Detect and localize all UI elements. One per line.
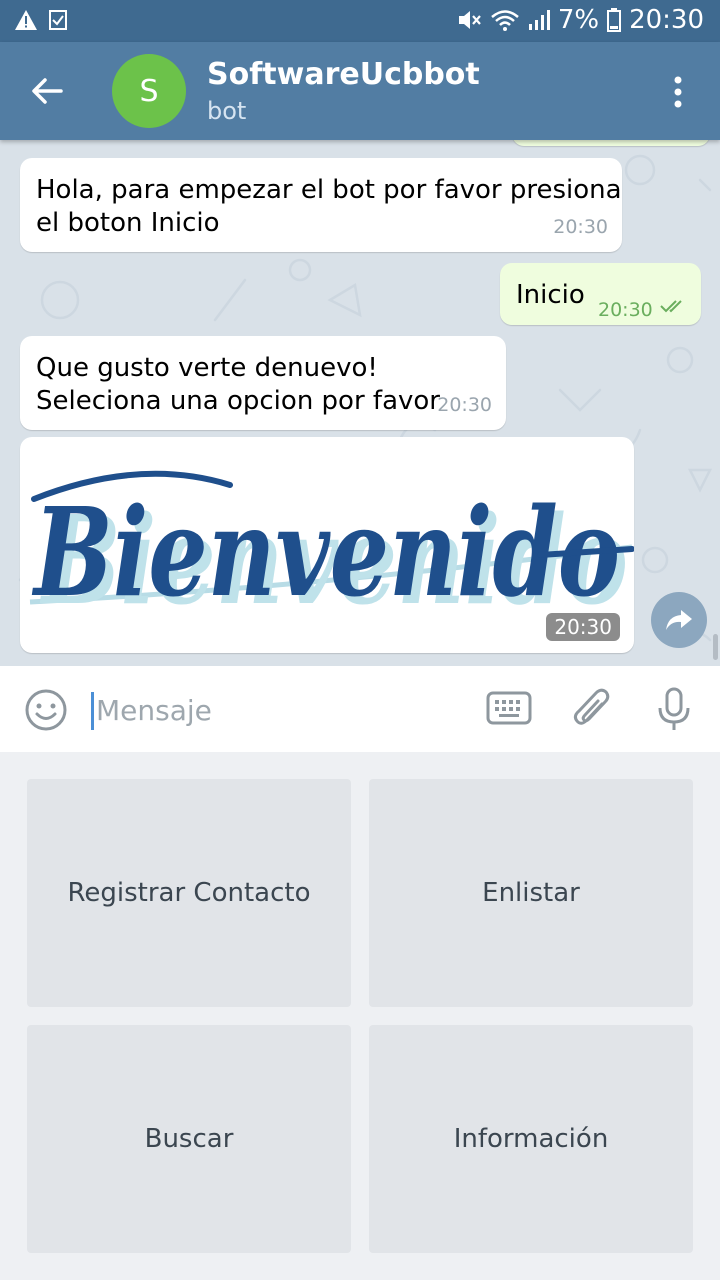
bot-reply-keyboard: Registrar Contacto Enlistar Buscar Infor… [0, 752, 720, 1280]
message-time: 20:30 [598, 299, 653, 321]
image-message[interactable]: Bienvenido Bienvenido 20:30 [20, 437, 634, 653]
keyboard-icon [486, 691, 532, 725]
message-composer [0, 666, 720, 752]
overflow-menu-button[interactable] [658, 72, 698, 112]
avatar[interactable]: S [112, 54, 186, 128]
message-input[interactable] [96, 688, 466, 732]
scrollbar[interactable] [713, 634, 718, 660]
message-text-line: Seleciona una opcion por favor [36, 386, 440, 416]
bot-keyboard-toggle[interactable] [486, 690, 532, 730]
enlistar-button[interactable]: Enlistar [369, 779, 693, 1007]
signal-icon [528, 8, 550, 32]
buscar-button[interactable]: Buscar [27, 1025, 351, 1253]
smiley-icon [25, 689, 67, 731]
microphone-icon [658, 687, 690, 730]
emoji-button[interactable] [24, 688, 68, 736]
warning-icon [14, 9, 38, 31]
message-bubble-incoming[interactable]: Que gusto verte denuevo! Seleciona una o… [20, 336, 506, 430]
chat-area[interactable]: Hola, para empezar el bot por favor pres… [0, 140, 720, 666]
message-text-line: Que gusto verte denuevo! [36, 353, 378, 383]
mute-icon [456, 8, 482, 32]
more-vertical-icon [674, 76, 682, 108]
chat-header: S SoftwareUcbbot bot [0, 42, 720, 140]
voice-record-button[interactable] [654, 686, 694, 736]
previous-message-peek [512, 140, 710, 146]
status-bar: 7% 20:30 [0, 0, 720, 42]
message-bubble-incoming[interactable]: Hola, para empezar el bot por favor pres… [20, 158, 622, 252]
checklist-icon [48, 9, 68, 31]
message-time: 20:30 [553, 216, 608, 238]
double-check-icon [660, 300, 682, 313]
attach-button[interactable] [572, 686, 612, 736]
battery-icon [607, 8, 622, 32]
paperclip-icon [573, 688, 610, 725]
message-text-line: el boton Inicio [36, 208, 220, 238]
share-button[interactable] [651, 592, 707, 648]
text-cursor [91, 692, 94, 730]
informacion-button[interactable]: Información [369, 1025, 693, 1253]
image-text: Bienvenido [32, 480, 620, 624]
chat-title[interactable]: SoftwareUcbbot [207, 57, 480, 92]
chat-subtitle: bot [207, 97, 247, 125]
back-arrow-icon [32, 78, 63, 104]
clock: 20:30 [629, 5, 704, 35]
share-arrow-icon [666, 610, 692, 630]
image-time: 20:30 [546, 613, 620, 641]
registrar-contacto-button[interactable]: Registrar Contacto [27, 779, 351, 1007]
bienvenido-image: Bienvenido Bienvenido [29, 470, 634, 632]
message-bubble-outgoing[interactable]: Inicio 20:30 [500, 263, 701, 325]
message-time: 20:30 [437, 394, 492, 416]
message-text-line: Hola, para empezar el bot por favor pres… [36, 175, 622, 205]
wifi-icon [490, 8, 520, 32]
back-button[interactable] [22, 66, 72, 116]
battery-percent: 7% [557, 5, 600, 35]
